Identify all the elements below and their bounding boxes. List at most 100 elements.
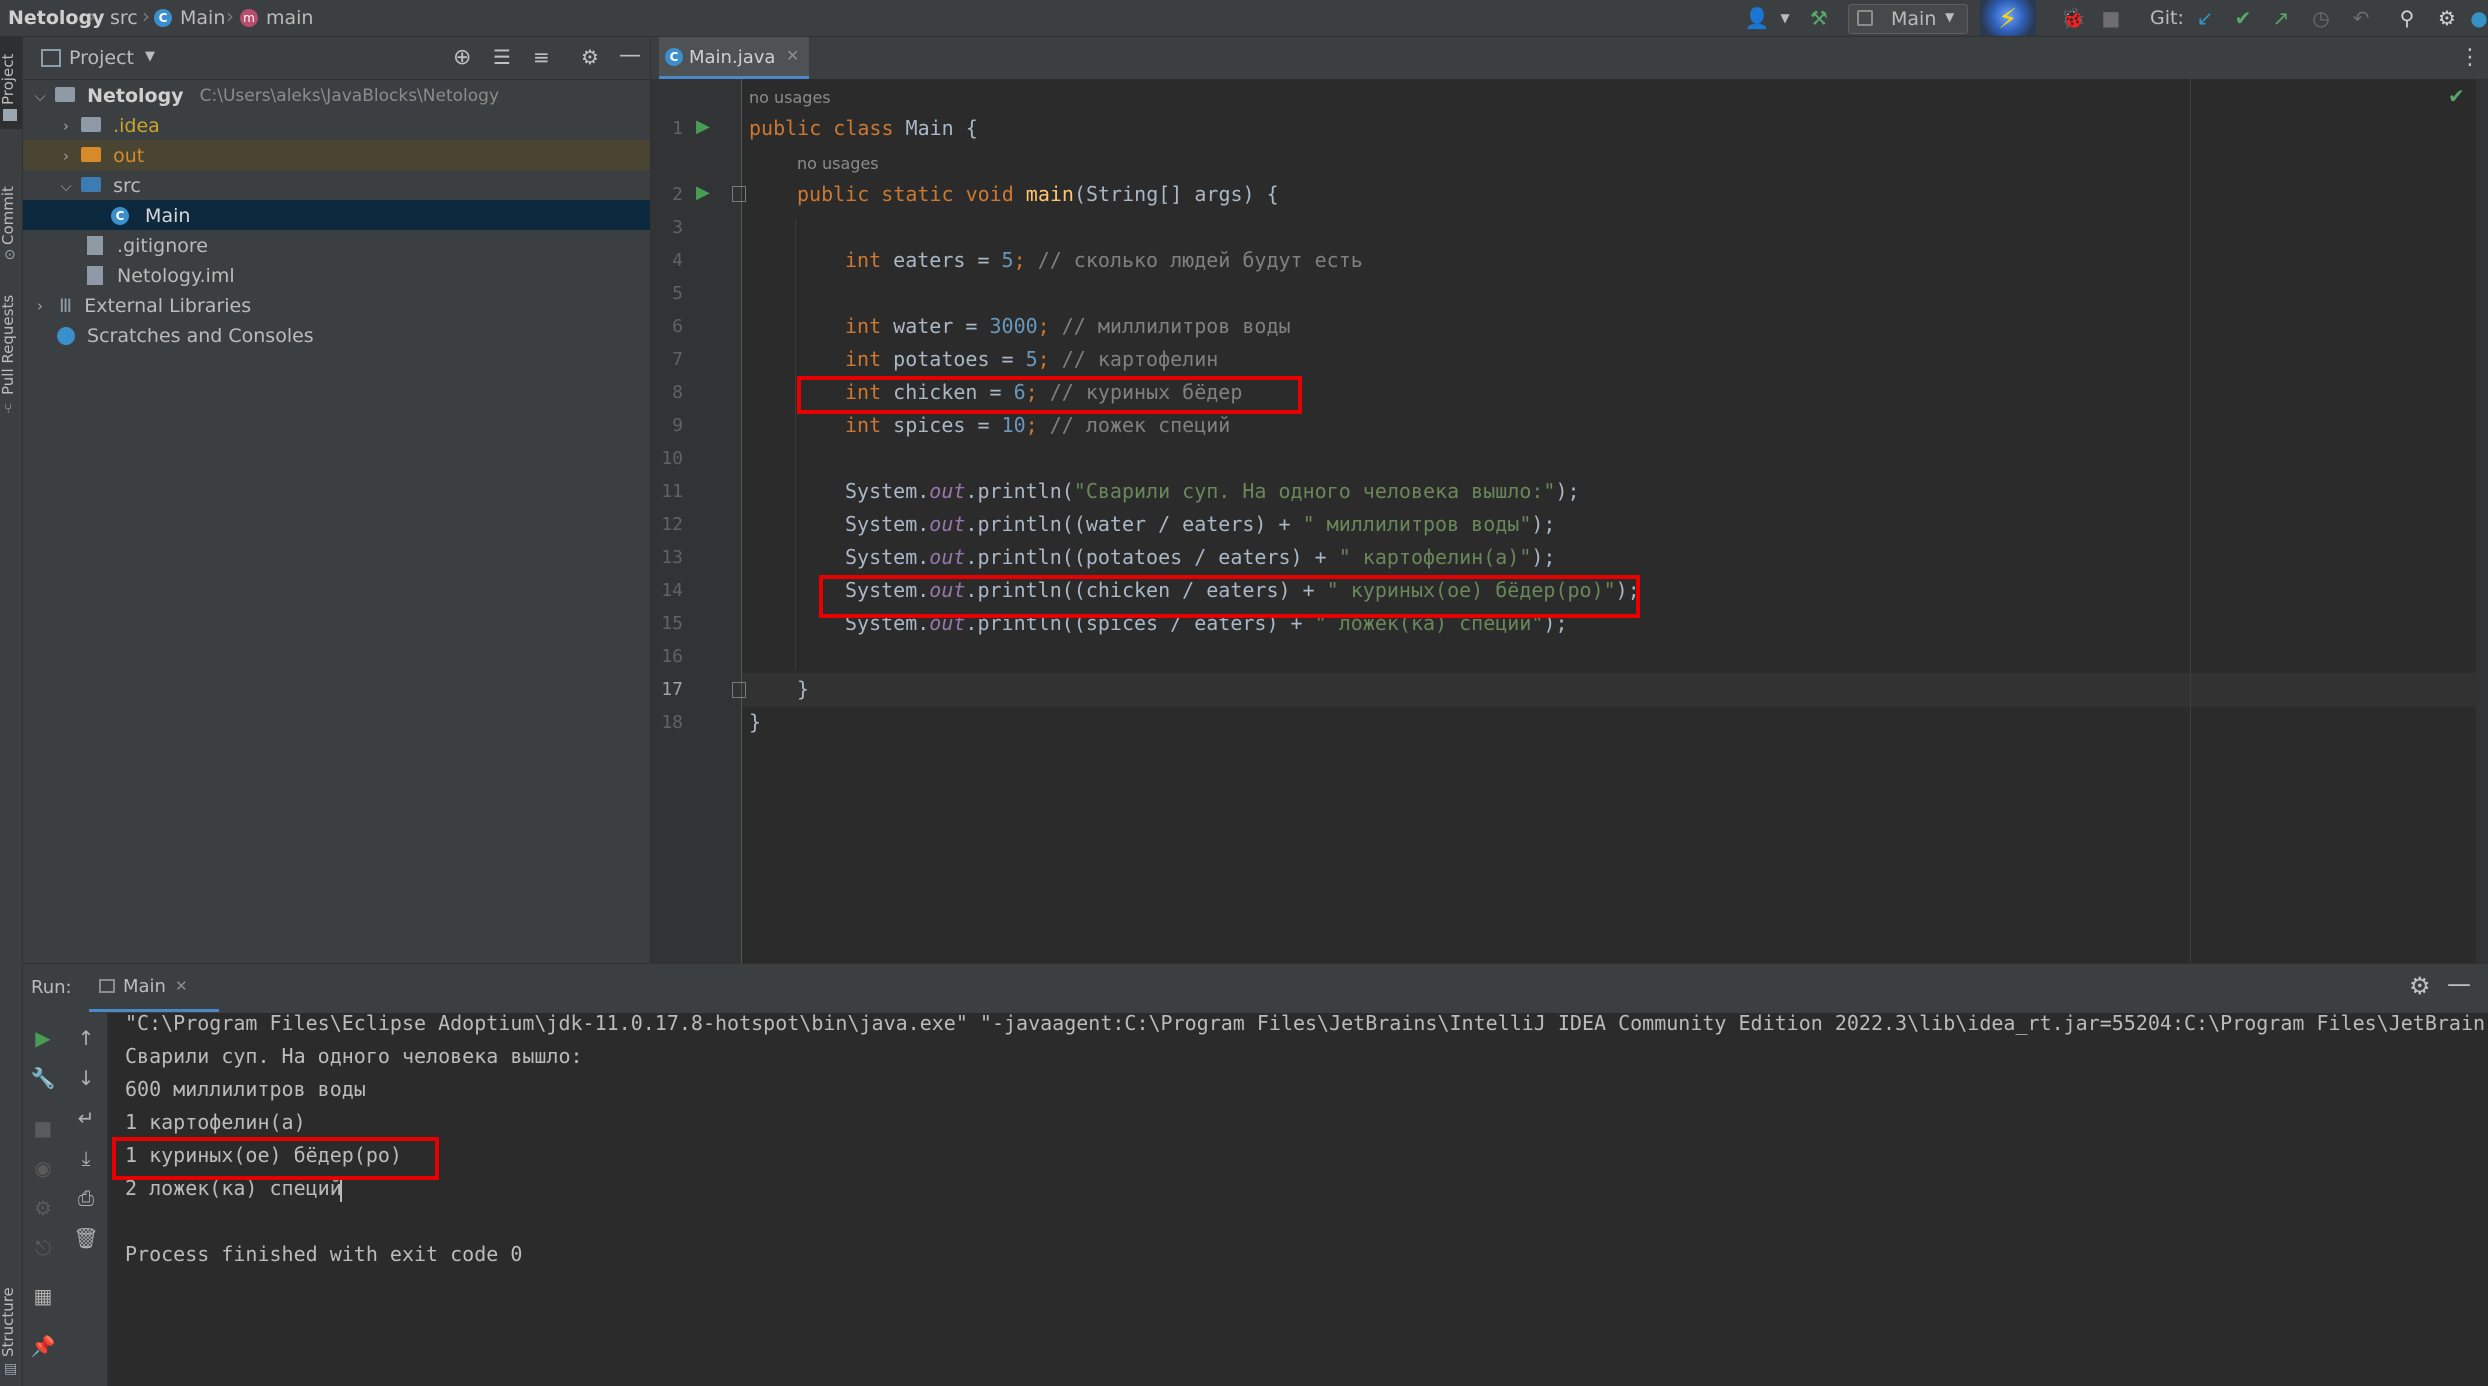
close-icon[interactable]: ✕ — [786, 46, 799, 65]
minimize-icon[interactable]: — — [619, 43, 641, 68]
expand-all-icon[interactable]: ☰ — [493, 45, 511, 69]
chevron-right-icon: › — [37, 296, 43, 315]
usage-hint[interactable]: no usages — [797, 154, 879, 173]
arrow-down-icon[interactable]: ↓ — [71, 1063, 101, 1093]
breadcrumb-method[interactable]: main — [266, 7, 313, 29]
pin-icon[interactable]: 📌 — [28, 1331, 58, 1361]
usage-hint[interactable]: no usages — [749, 88, 831, 107]
code-line-2: public static void main(String[] args) { — [797, 182, 1279, 206]
stop-icon[interactable]: ■ — [28, 1113, 58, 1143]
soft-wrap-icon[interactable]: ↵ — [71, 1103, 101, 1133]
pull-requests-tool-tab[interactable]: Pull Requests ⑂ — [0, 267, 22, 427]
fold-icon[interactable] — [732, 186, 746, 202]
git-push-icon[interactable]: ↗ — [2268, 6, 2294, 30]
tree-item-out[interactable]: › out — [23, 140, 650, 170]
user-icon[interactable]: 👤 — [1744, 6, 1770, 30]
inspection-ok-icon[interactable]: ✔ — [2448, 84, 2465, 108]
tree-item-external-libraries[interactable]: › Ⅲ External Libraries — [23, 290, 650, 320]
gear-icon[interactable]: ⚙ — [2434, 6, 2460, 30]
chevron-right-icon: › — [226, 4, 234, 28]
commit-tool-tab[interactable]: Commit ⊙ — [0, 147, 22, 263]
settings-icon[interactable]: ⚙ — [28, 1193, 58, 1223]
tree-item-gitignore[interactable]: .gitignore — [23, 230, 650, 260]
chevron-right-icon: › — [63, 116, 69, 135]
git-update-icon[interactable]: ↙ — [2192, 6, 2218, 30]
tree-item-src[interactable]: ⌵ src — [23, 170, 650, 200]
search-icon[interactable]: ⚲ — [2394, 6, 2420, 30]
chevron-down-icon: ⌵ — [60, 176, 72, 195]
line-number: 9 — [672, 415, 683, 436]
file-icon — [87, 266, 103, 285]
plugin-icon[interactable]: ● — [2466, 6, 2488, 30]
scroll-to-end-icon[interactable]: ⤓ — [71, 1143, 101, 1173]
code-line-1: public class Main { — [749, 116, 978, 140]
run-config-dropdown[interactable]: Main ▼ — [1848, 4, 1968, 34]
code-token: ; — [1037, 314, 1062, 338]
print-icon[interactable]: ⎙ — [71, 1183, 101, 1213]
run-panel-header: Run: Main ✕ ⚙ — — [23, 963, 2488, 1014]
rollback-icon[interactable]: ↶ — [2348, 6, 2374, 30]
code-token: potatoes = — [893, 347, 1026, 371]
editor-scrollbar[interactable] — [2476, 79, 2488, 963]
editor-tab-bar: C Main.java ✕ ⋮ — [651, 37, 2488, 80]
run-tab-main[interactable]: Main ✕ — [89, 964, 219, 1012]
tree-item-idea[interactable]: › .idea — [23, 110, 650, 140]
trash-icon[interactable]: 🗑 — [71, 1223, 101, 1253]
run-line-icon[interactable]: ▶ — [696, 182, 710, 203]
history-icon[interactable]: ◷ — [2308, 6, 2334, 30]
chevron-right-icon: › — [88, 4, 96, 28]
file-icon — [87, 236, 103, 255]
minimize-icon[interactable]: — — [2447, 970, 2471, 998]
close-icon[interactable]: ✕ — [175, 977, 188, 995]
scratches-icon — [57, 326, 75, 345]
run-line-icon[interactable]: ▶ — [696, 116, 710, 137]
avatar[interactable]: ⚡ — [1980, 0, 2036, 36]
locate-icon[interactable]: ⊕ — [453, 45, 471, 70]
fold-icon[interactable] — [732, 682, 746, 698]
tree-item-iml[interactable]: Netology.iml — [23, 260, 650, 290]
tree-item-root[interactable]: ⌵ Netology C:\Users\aleks\JavaBlocks\Net… — [23, 80, 650, 110]
current-line-highlight — [742, 673, 2488, 707]
structure-icon: ▤ — [4, 1361, 18, 1377]
console-output[interactable] — [108, 1013, 2488, 1386]
build-hammer-icon[interactable]: ⚒ — [1806, 6, 1832, 30]
line-number: 17 — [661, 679, 683, 700]
breadcrumb-src[interactable]: src — [110, 7, 138, 29]
code-token: ); — [1531, 512, 1556, 536]
tree-item-scratches[interactable]: Scratches and Consoles — [23, 320, 650, 350]
structure-tool-tab[interactable]: Structure ▤ — [0, 1247, 22, 1377]
breadcrumb-class[interactable]: Main — [180, 7, 225, 29]
debug-icon[interactable]: 🐞 — [2060, 6, 2086, 30]
run-config-label: Main — [1891, 8, 1937, 30]
wrench-icon[interactable]: 🔧 — [28, 1063, 58, 1093]
line-number: 3 — [672, 217, 683, 238]
layout-icon[interactable]: ▦ — [28, 1281, 58, 1311]
gear-icon[interactable]: ⚙ — [581, 45, 599, 69]
code-string: "Сварили суп. На одного человека вышло:" — [1073, 479, 1556, 503]
git-commit-icon[interactable]: ✔ — [2230, 6, 2256, 30]
code-token: ; — [1013, 248, 1038, 272]
collapse-all-icon[interactable]: ≡ — [533, 45, 550, 69]
line-number: 11 — [661, 481, 683, 502]
more-options-icon[interactable]: ⋮ — [2459, 45, 2481, 70]
code-token: } — [797, 677, 810, 701]
console-line: 1 картофелин(а) — [125, 1110, 306, 1134]
code-token: .println( — [965, 479, 1074, 503]
gear-icon[interactable]: ⚙ — [2409, 972, 2431, 1000]
tree-item-label: out — [113, 144, 145, 167]
project-tool-tab[interactable]: Project — [0, 37, 22, 129]
stop-icon[interactable]: ■ — [2098, 6, 2124, 30]
chevron-down-icon[interactable]: ▼ — [145, 49, 155, 64]
arrow-up-icon[interactable]: ↑ — [71, 1023, 101, 1053]
camera-icon[interactable]: ◉ — [28, 1153, 58, 1183]
code-token: (potatoes / eaters) + — [1073, 545, 1339, 569]
project-panel-header: Project ▼ ⊕ ☰ ≡ ⚙ — — [23, 37, 650, 80]
tab-main-java[interactable]: C Main.java ✕ — [659, 37, 809, 79]
chevron-down-icon[interactable]: ▼ — [1772, 6, 1798, 30]
tree-item-main[interactable]: C Main — [23, 200, 650, 230]
exit-icon[interactable]: ⎋ — [28, 1233, 58, 1263]
line-number: 6 — [672, 316, 683, 337]
rerun-icon[interactable]: ▶ — [28, 1023, 58, 1053]
project-panel-title[interactable]: Project — [69, 47, 134, 69]
right-margin-guide — [2190, 79, 2191, 963]
